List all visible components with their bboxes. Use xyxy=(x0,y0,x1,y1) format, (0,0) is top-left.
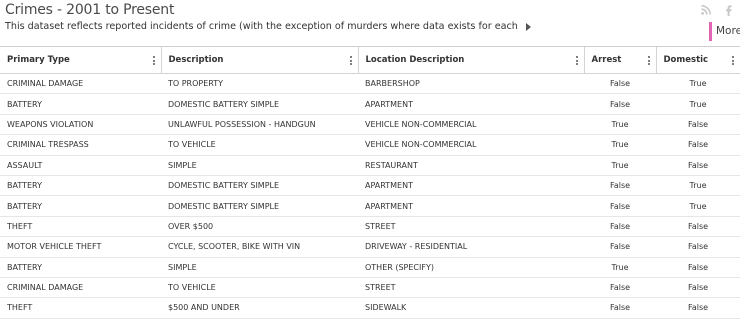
column-menu-icon[interactable] xyxy=(731,56,734,67)
description-cell: SIMPLE xyxy=(161,155,358,176)
domestic-cell: False xyxy=(656,216,740,238)
arrest-cell: False xyxy=(584,216,656,238)
table-row[interactable]: WEAPONS VIOLATION UNLAWFUL POSSESSION - H… xyxy=(0,114,740,136)
table-row[interactable]: BATTERY SIMPLE OTHER (SPECIFY) True False xyxy=(0,257,740,278)
arrest-cell: False xyxy=(584,236,656,258)
location-description-cell: BARBERSHOP xyxy=(358,73,584,95)
arrest-cell: True xyxy=(584,134,656,156)
arrest-cell: False xyxy=(584,93,656,115)
column-menu-icon[interactable] xyxy=(575,56,578,67)
description-cell: SIMPLE xyxy=(161,257,358,278)
description-cell: UNLAWFUL POSSESSION - HANDGUN xyxy=(161,114,358,136)
arrest-cell: True xyxy=(584,257,656,278)
arrest-cell: False xyxy=(584,73,656,95)
table-row[interactable]: BATTERY DOMESTIC BATTERY SIMPLE APARTMENT F… xyxy=(0,175,740,197)
location-description-cell: APARTMENT xyxy=(358,93,584,115)
arrest-cell: True xyxy=(584,155,656,176)
arrest-cell: False xyxy=(584,175,656,197)
primary-type-cell: THEFT xyxy=(0,297,161,319)
description-cell: OVER $500 xyxy=(161,216,358,238)
description-cell: TO PROPERTY xyxy=(161,73,358,95)
table-row[interactable]: CRIMINAL TRESPASS TO VEHICLE VEHICLE NON-C… xyxy=(0,134,740,156)
rss-icon[interactable] xyxy=(701,5,711,16)
domestic-cell: False xyxy=(656,257,740,278)
primary-type-cell: CRIMINAL DAMAGE xyxy=(0,73,161,95)
column-header-location-description[interactable]: Location Description xyxy=(358,47,585,74)
domestic-cell: True xyxy=(656,195,740,217)
primary-type-cell: BATTERY xyxy=(0,93,161,115)
domestic-cell: False xyxy=(656,297,740,319)
share-icons xyxy=(701,5,732,16)
description-cell: DOMESTIC BATTERY SIMPLE xyxy=(161,175,358,197)
table-row[interactable]: THEFT OVER $500 STREET False False xyxy=(0,216,740,238)
description-cell: TO VEHICLE xyxy=(161,134,358,156)
location-description-cell: APARTMENT xyxy=(358,195,584,217)
domestic-cell: True xyxy=(656,175,740,197)
arrest-cell: False xyxy=(584,195,656,217)
domestic-cell: False xyxy=(656,155,740,176)
column-menu-icon[interactable] xyxy=(152,56,155,67)
domestic-cell: False xyxy=(656,236,740,258)
description-cell: TO VEHICLE xyxy=(161,277,358,299)
location-description-cell: SIDEWALK xyxy=(358,297,584,319)
primary-type-cell: BATTERY xyxy=(0,257,161,278)
column-header-description[interactable]: Description xyxy=(161,47,359,74)
dataset-description: This dataset reflects reported incidents… xyxy=(5,21,518,32)
table-header-row: Primary Type Description Location Descri… xyxy=(0,47,740,74)
primary-type-cell: WEAPONS VIOLATION xyxy=(0,114,161,136)
data-table: Primary Type Description Location Descri… xyxy=(0,46,740,319)
primary-type-cell: BATTERY xyxy=(0,175,161,197)
domestic-cell: False xyxy=(656,134,740,156)
domestic-cell: True xyxy=(656,93,740,115)
description-cell: DOMESTIC BATTERY SIMPLE xyxy=(161,195,358,217)
location-description-cell: VEHICLE NON-COMMERCIAL xyxy=(358,134,584,156)
table-body: CRIMINAL DAMAGE TO PROPERTY BARBERSHOP Fals… xyxy=(0,73,740,319)
primary-type-cell: CRIMINAL DAMAGE xyxy=(0,277,161,299)
column-header-domestic[interactable]: Domestic xyxy=(656,47,740,74)
domestic-cell: False xyxy=(656,114,740,136)
column-header-primary-type[interactable]: Primary Type xyxy=(0,47,162,74)
table-row[interactable]: CRIMINAL DAMAGE TO VEHICLE STREET False Fals… xyxy=(0,277,740,299)
dataset-title: Crimes - 2001 to Present xyxy=(5,2,175,18)
table-row[interactable]: ASSAULT SIMPLE RESTAURANT True False xyxy=(0,155,740,176)
location-description-cell: RESTAURANT xyxy=(358,155,584,176)
location-description-cell: APARTMENT xyxy=(358,175,584,197)
primary-type-cell: THEFT xyxy=(0,216,161,238)
location-description-cell: DRIVEWAY - RESIDENTIAL xyxy=(358,236,584,258)
location-description-cell: OTHER (SPECIFY) xyxy=(358,257,584,278)
arrest-cell: True xyxy=(584,114,656,136)
location-description-cell: VEHICLE NON-COMMERCIAL xyxy=(358,114,584,136)
more-button[interactable]: More xyxy=(709,22,740,41)
primary-type-cell: MOTOR VEHICLE THEFT xyxy=(0,236,161,258)
arrest-cell: False xyxy=(584,297,656,319)
location-description-cell: STREET xyxy=(358,277,584,299)
primary-type-cell: CRIMINAL TRESPASS xyxy=(0,134,161,156)
primary-type-cell: ASSAULT xyxy=(0,155,161,176)
table-row[interactable]: CRIMINAL DAMAGE TO PROPERTY BARBERSHOP Fals… xyxy=(0,73,740,95)
description-cell: CYCLE, SCOOTER, BIKE WITH VIN xyxy=(161,236,358,258)
location-description-cell: STREET xyxy=(358,216,584,238)
dataset-description-row: This dataset reflects reported incidents… xyxy=(5,21,531,32)
arrest-cell: False xyxy=(584,277,656,299)
domestic-cell: False xyxy=(656,277,740,299)
domestic-cell: True xyxy=(656,73,740,95)
column-header-arrest[interactable]: Arrest xyxy=(584,47,657,74)
table-row[interactable]: MOTOR VEHICLE THEFT CYCLE, SCOOTER, BIKE … xyxy=(0,236,740,258)
description-cell: $500 AND UNDER xyxy=(161,297,358,319)
column-menu-icon[interactable] xyxy=(647,56,650,67)
description-cell: DOMESTIC BATTERY SIMPLE xyxy=(161,93,358,115)
column-menu-icon[interactable] xyxy=(349,56,352,67)
primary-type-cell: BATTERY xyxy=(0,195,161,217)
expand-description-icon[interactable] xyxy=(525,22,531,31)
facebook-icon[interactable] xyxy=(725,5,732,16)
table-row[interactable]: BATTERY DOMESTIC BATTERY SIMPLE APARTMENT F… xyxy=(0,93,740,115)
table-row[interactable]: BATTERY DOMESTIC BATTERY SIMPLE APARTMENT F… xyxy=(0,195,740,217)
table-row[interactable]: THEFT $500 AND UNDER SIDEWALK False False xyxy=(0,297,740,319)
